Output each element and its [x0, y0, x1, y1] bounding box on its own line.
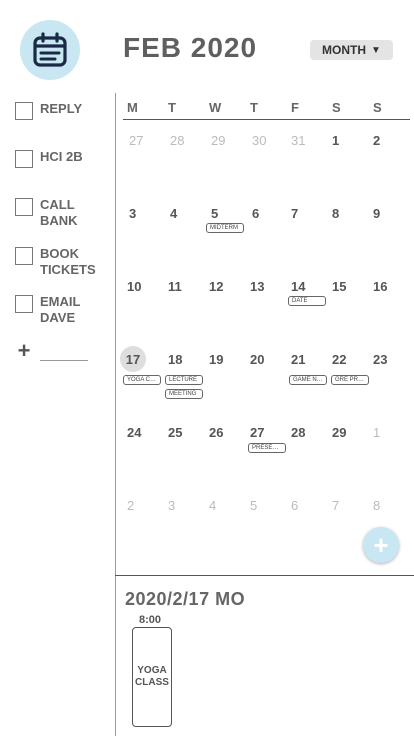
- event-chip[interactable]: GAME NIG...: [289, 375, 327, 385]
- day-cell[interactable]: 9: [373, 206, 380, 221]
- day-cell[interactable]: 29: [211, 133, 225, 148]
- agenda-divider: [115, 575, 414, 576]
- day-cell[interactable]: 15: [332, 279, 346, 294]
- day-cell[interactable]: 28: [291, 425, 305, 440]
- day-cell[interactable]: 21: [291, 352, 305, 367]
- day-cell[interactable]: 22: [332, 352, 346, 367]
- day-cell[interactable]: 6: [252, 206, 259, 221]
- day-cell[interactable]: 3: [168, 498, 175, 513]
- day-cell[interactable]: 12: [209, 279, 223, 294]
- day-cell[interactable]: 19: [209, 352, 223, 367]
- todo-checkbox[interactable]: [15, 102, 33, 120]
- todo-item[interactable]: EMAIL DAVE: [15, 294, 112, 326]
- day-cell[interactable]: 28: [170, 133, 184, 148]
- todo-item[interactable]: REPLY: [15, 101, 112, 120]
- event-chip[interactable]: LECTURE: [165, 375, 203, 385]
- day-cell[interactable]: 13: [250, 279, 264, 294]
- day-cell[interactable]: 11: [168, 279, 182, 294]
- todo-label: EMAIL DAVE: [40, 294, 81, 325]
- today-day-cell[interactable]: 17: [120, 346, 146, 372]
- event-chip[interactable]: PRESENTA...: [248, 443, 286, 453]
- day-cell[interactable]: 26: [209, 425, 223, 440]
- day-cell[interactable]: 14: [291, 279, 305, 294]
- day-cell[interactable]: 7: [332, 498, 339, 513]
- event-chip[interactable]: YOGA CLA...: [123, 375, 161, 385]
- day-cell[interactable]: 3: [129, 206, 136, 221]
- add-event-button[interactable]: +: [363, 527, 399, 563]
- plus-icon: +: [373, 529, 389, 560]
- agenda-time: 8:00: [139, 614, 162, 626]
- event-chip[interactable]: MIDTERM: [206, 223, 244, 233]
- month-title: FEB 2020: [123, 32, 258, 63]
- day-cell[interactable]: 8: [373, 498, 380, 513]
- header-rule: [123, 119, 410, 120]
- weekday-header: M: [127, 100, 138, 115]
- day-cell[interactable]: 20: [250, 352, 264, 367]
- sidebar-divider: [115, 93, 116, 736]
- todo-checkbox[interactable]: [15, 295, 33, 313]
- add-todo-row: +: [15, 340, 88, 362]
- day-cell[interactable]: 27: [250, 425, 264, 440]
- day-cell[interactable]: 5: [250, 498, 257, 513]
- todo-checkbox[interactable]: [15, 150, 33, 168]
- day-cell[interactable]: 2: [127, 498, 134, 513]
- day-cell[interactable]: 29: [332, 425, 346, 440]
- day-cell[interactable]: 27: [129, 133, 143, 148]
- day-cell[interactable]: 25: [168, 425, 182, 440]
- day-cell[interactable]: 31: [291, 133, 305, 148]
- todo-checkbox[interactable]: [15, 198, 33, 216]
- day-cell[interactable]: 4: [209, 498, 216, 513]
- new-todo-input[interactable]: [40, 341, 88, 361]
- plus-icon[interactable]: +: [15, 340, 33, 362]
- agenda-date: 2020/2/17 MO: [125, 589, 246, 609]
- event-chip[interactable]: GRE PREP: [331, 375, 369, 385]
- day-cell[interactable]: 8: [332, 206, 339, 221]
- todo-checkbox[interactable]: [15, 247, 33, 265]
- event-chip[interactable]: MEETING: [165, 389, 203, 399]
- day-cell[interactable]: 2: [373, 133, 380, 148]
- day-cell[interactable]: 6: [291, 498, 298, 513]
- view-mode-dropdown[interactable]: MONTH ▼: [310, 40, 393, 60]
- day-cell[interactable]: 24: [127, 425, 141, 440]
- day-cell[interactable]: 16: [373, 279, 387, 294]
- calendar-app-button[interactable]: [20, 20, 80, 80]
- weekday-header: W: [209, 100, 222, 115]
- caret-down-icon: ▼: [371, 44, 381, 56]
- day-cell[interactable]: 18: [168, 352, 182, 367]
- day-cell[interactable]: 1: [332, 133, 339, 148]
- agenda-event-block[interactable]: YOGA CLASS: [132, 627, 172, 727]
- day-cell[interactable]: 30: [252, 133, 266, 148]
- day-cell[interactable]: 10: [127, 279, 141, 294]
- todo-item[interactable]: CALL BANK: [15, 197, 112, 229]
- todo-label: HCI 2B: [40, 149, 83, 164]
- weekday-header: S: [373, 100, 382, 115]
- weekday-header: F: [291, 100, 299, 115]
- todo-item[interactable]: HCI 2B: [15, 149, 112, 168]
- day-cell[interactable]: 4: [170, 206, 177, 221]
- view-mode-label: MONTH: [322, 43, 367, 57]
- weekday-header: T: [168, 100, 176, 115]
- todo-item[interactable]: BOOK TICKETS: [15, 246, 112, 278]
- weekday-header: S: [332, 100, 341, 115]
- calendar-icon: [33, 32, 67, 67]
- event-chip[interactable]: DATE: [288, 296, 326, 306]
- todo-label: BOOK TICKETS: [40, 246, 96, 277]
- weekday-header: T: [250, 100, 258, 115]
- day-cell[interactable]: 1: [373, 425, 380, 440]
- day-cell[interactable]: 7: [291, 206, 298, 221]
- day-cell[interactable]: 5: [211, 206, 218, 221]
- day-cell[interactable]: 23: [373, 352, 387, 367]
- todo-label: CALL BANK: [40, 197, 78, 228]
- todo-label: REPLY: [40, 101, 83, 116]
